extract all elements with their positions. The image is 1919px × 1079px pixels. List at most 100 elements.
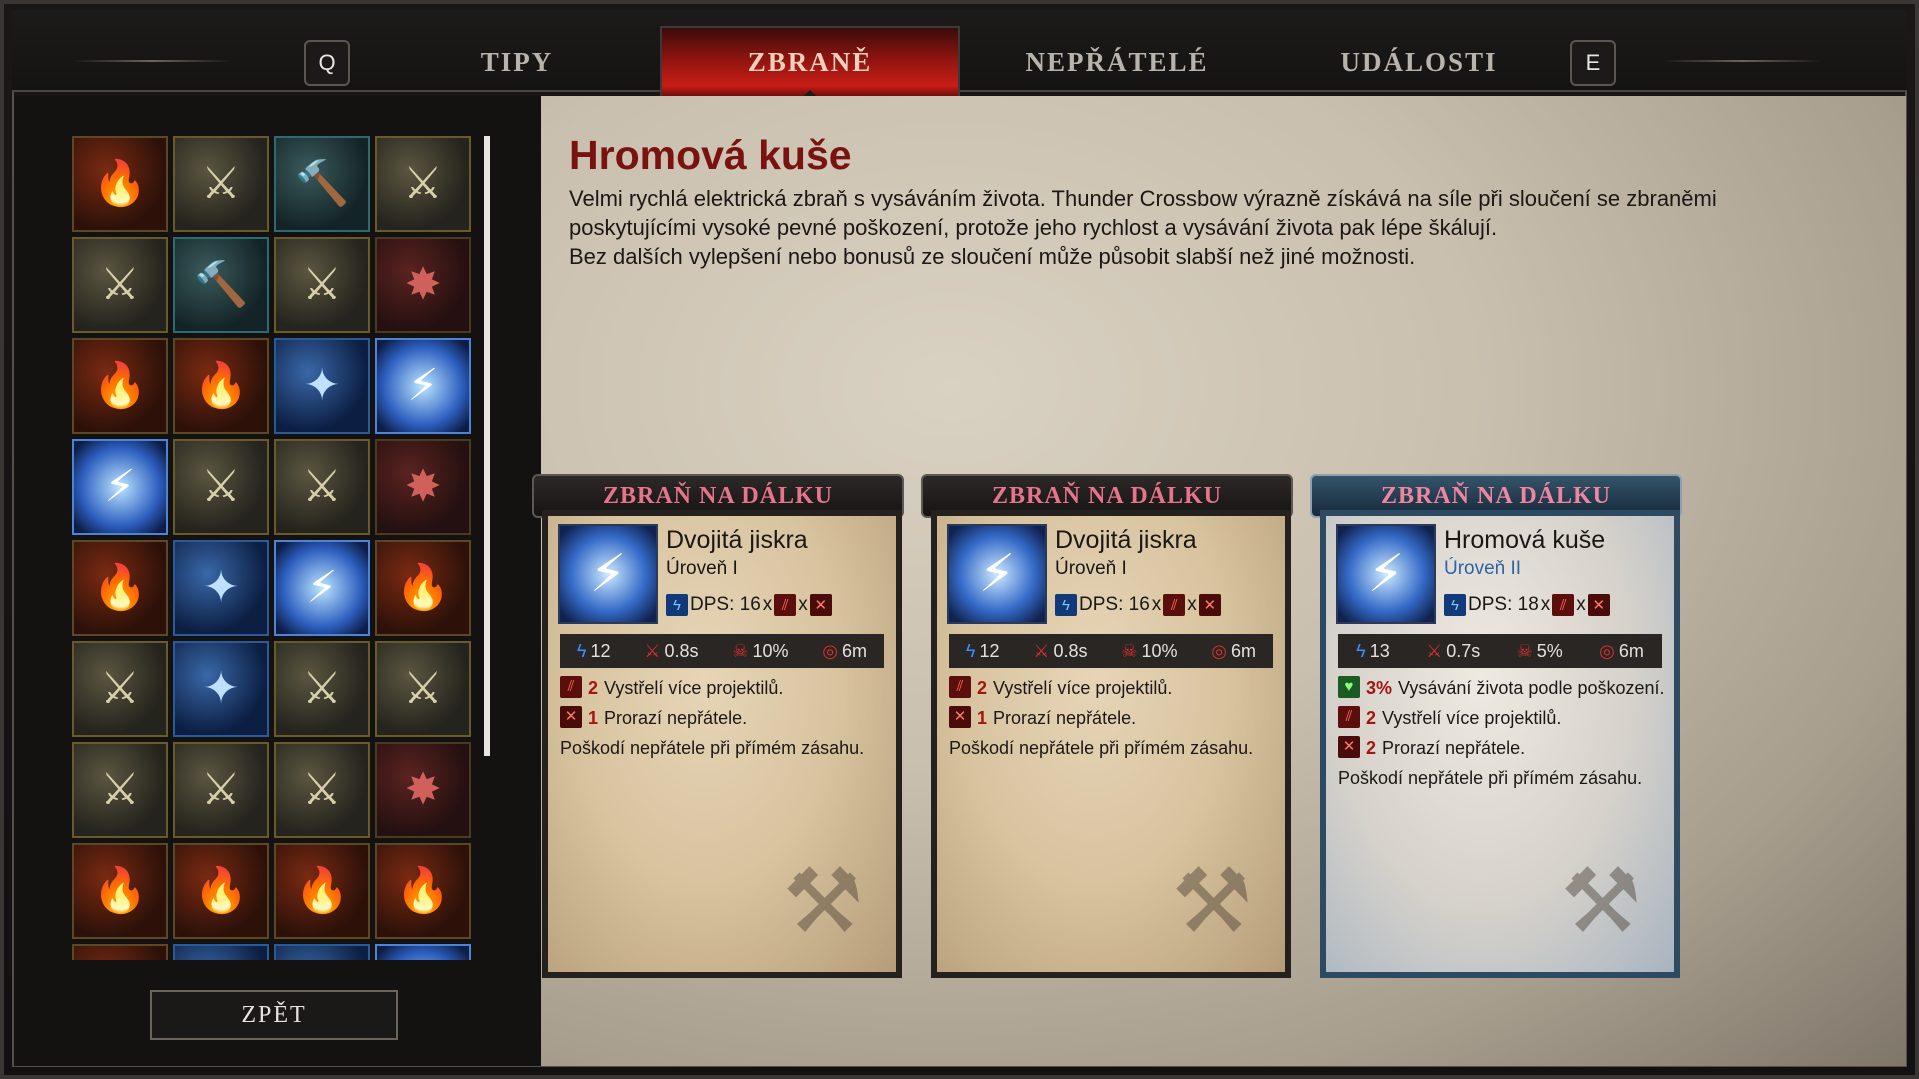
crossed-weapons-emblem-icon: ⚒: [782, 848, 864, 954]
multi-projectile-icon: ⫽: [560, 676, 582, 698]
hammer-icon: 🔨: [294, 158, 350, 209]
effect-text: Prorazí nepřátele.: [993, 708, 1137, 728]
back-button[interactable]: ZPĚT: [150, 990, 398, 1040]
tab-nepratele[interactable]: NEPŘÁTELÉ: [967, 26, 1267, 98]
weapon-slot[interactable]: ⚔: [72, 742, 168, 838]
stat-value: 10%: [1141, 640, 1178, 661]
effect-row: ⫽ 2 Vystřelí více projektilů.: [949, 676, 1279, 700]
weapon-slot[interactable]: ⚔: [274, 742, 370, 838]
lightning-crossbow-icon: ⚡: [589, 544, 627, 604]
multi-projectile-icon: ⫽: [1338, 706, 1360, 728]
flame-shotgun-icon: 🔥: [92, 865, 148, 916]
dps-value: DPS: 16: [1079, 594, 1150, 615]
weapon-slot[interactable]: ⚔: [274, 641, 370, 737]
target-icon: ◎: [822, 640, 839, 661]
effect-value: 2: [977, 678, 988, 698]
weapon-slot[interactable]: ✦: [173, 944, 269, 960]
effect-lifesteal: ♥ 3% Vysávání života podle poškození.: [1338, 676, 1668, 700]
dps-multiplier: x: [1540, 594, 1551, 615]
weapon-slot[interactable]: ⚔: [173, 742, 269, 838]
card-weapon-level: Úroveň I: [1055, 558, 1127, 579]
weapon-slot[interactable]: 🔥: [375, 540, 471, 636]
weapon-slot[interactable]: ⚔: [72, 641, 168, 737]
weapon-slot[interactable]: ⚔: [274, 237, 370, 333]
lightning-crossbow-icon: ⚡: [1367, 544, 1405, 604]
weapon-slot[interactable]: ⚡: [375, 944, 471, 960]
stat-value: 6m: [1231, 640, 1257, 661]
card-weapon-level: Úroveň I: [666, 558, 738, 579]
sniper-icon: ⚔: [201, 764, 241, 815]
card-stat-bar: ϟ 12 ⚔ 0.8s ☠ 10% ◎ 6m: [560, 634, 884, 668]
weapon-card[interactable]: ZBRAŇ NA DÁLKU ⚡ Hromová kuše Úroveň II …: [1310, 474, 1712, 978]
crossbow-icon: ⚔: [302, 461, 342, 512]
weapon-slot[interactable]: 🔥: [375, 843, 471, 939]
weapon-slot[interactable]: 🔥: [72, 540, 168, 636]
weapon-card[interactable]: ZBRAŇ NA DÁLKU ⚡ Dvojitá jiskra Úroveň I…: [921, 474, 1323, 978]
weapon-card[interactable]: ZBRAŇ NA DÁLKU ⚡ Dvojitá jiskra Úroveň I…: [532, 474, 934, 978]
card-effects: ⫽ 2 Vystřelí více projektilů. ✕ 1 Proraz…: [560, 676, 890, 760]
red-rifle-icon: ✸: [404, 461, 442, 512]
effect-row: ⫽ 2 Vystřelí více projektilů.: [1338, 706, 1668, 730]
weapon-slot[interactable]: 🔥: [173, 338, 269, 434]
tab-zbrane[interactable]: ZBRANĚ: [660, 26, 960, 98]
weapon-slot[interactable]: ✦: [173, 641, 269, 737]
weapon-slot[interactable]: ⚔: [274, 439, 370, 535]
stat-value: 5%: [1536, 640, 1563, 661]
fire-launcher-icon: 🔥: [92, 360, 148, 411]
weapon-slot[interactable]: ⚔: [173, 136, 269, 232]
weapon-slot[interactable]: ⚔: [375, 641, 471, 737]
stat-value: 10%: [752, 640, 789, 661]
tab-udalosti[interactable]: UDÁLOSTI: [1269, 26, 1569, 98]
weapon-slot[interactable]: ⚡: [375, 338, 471, 434]
weapon-slot[interactable]: ⚡: [274, 540, 370, 636]
weapon-slot[interactable]: 🔥: [173, 843, 269, 939]
crossed-weapons-emblem-icon: ⚒: [1560, 848, 1642, 954]
stat-value: 6m: [842, 640, 868, 661]
key-hint-e[interactable]: E: [1570, 40, 1616, 86]
weapon-slot[interactable]: ✸: [375, 742, 471, 838]
dps-multiplier: x: [1187, 594, 1197, 615]
weapon-slot[interactable]: 🔥: [72, 338, 168, 434]
stat-value: 13: [1369, 640, 1390, 661]
stat-damage: ϟ 12: [577, 641, 611, 662]
effect-value: 1: [977, 708, 988, 728]
weapon-slot[interactable]: 🔨: [173, 237, 269, 333]
blue-hammer-icon: ✦: [202, 663, 240, 714]
fire-crossbow-icon: 🔥: [193, 360, 249, 411]
weapon-slot[interactable]: 🔥: [72, 843, 168, 939]
nav-ornament-right: [1662, 60, 1822, 62]
weapon-slot[interactable]: ✸: [375, 439, 471, 535]
flame-spear-icon: 🔥: [395, 562, 451, 613]
weapon-slot[interactable]: ✦: [173, 540, 269, 636]
launcher-icon: ⚔: [302, 764, 342, 815]
weapon-portrait: ⚡: [558, 524, 658, 624]
weapon-slot[interactable]: 🔥: [274, 843, 370, 939]
weapon-slot[interactable]: ⚔: [72, 237, 168, 333]
effect-text: Vystřelí více projektilů.: [993, 678, 1173, 698]
weapon-slot[interactable]: ⚡: [72, 439, 168, 535]
key-hint-q[interactable]: Q: [304, 40, 350, 86]
fire-wheel-icon: ✸: [404, 764, 442, 815]
weapon-slot[interactable]: ✦: [274, 944, 370, 960]
weapon-slot[interactable]: 🔥: [72, 944, 168, 960]
weapon-list-scrollbar[interactable]: [484, 136, 490, 756]
weapon-slot[interactable]: ✦: [274, 338, 370, 434]
effect-value: 1: [588, 708, 599, 728]
tab-tipy[interactable]: TIPY: [367, 26, 667, 98]
weapon-slot[interactable]: 🔨: [274, 136, 370, 232]
pierce-icon: ✕: [560, 706, 582, 728]
rifle-glow-icon: 🔨: [193, 259, 249, 310]
flame-crossbow-icon: 🔥: [193, 865, 249, 916]
multi-projectile-icon: ⫽: [1552, 594, 1575, 616]
weapon-slot[interactable]: ✸: [375, 237, 471, 333]
target-icon: ◎: [1211, 640, 1228, 661]
weapon-slot[interactable]: 🔥: [72, 136, 168, 232]
effect-row: ⫽ 2 Vystřelí více projektilů.: [560, 676, 890, 700]
card-footer-text: Poškodí nepřátele při přímém zásahu.: [560, 738, 865, 758]
card-weapon-level: Úroveň II: [1444, 558, 1522, 579]
weapon-slot[interactable]: ⚔: [375, 136, 471, 232]
pierce-icon: ✕: [1587, 594, 1610, 616]
weapon-grid: 🔥 ⚔ 🔨 ⚔ ⚔ 🔨 ⚔ ✸ 🔥 🔥 ✦ ⚡ ⚡ ⚔ ⚔ ✸ 🔥 ✦ ⚡ 🔥 ⚔ ✦ ⚔ ⚔ ⚔ ⚔ ⚔ ✸ 🔥 🔥 🔥 🔥 🔥 ✦ ✦ ⚡: [72, 136, 484, 960]
lifesteal-icon: ♥: [1338, 676, 1360, 698]
weapon-slot[interactable]: ⚔: [173, 439, 269, 535]
